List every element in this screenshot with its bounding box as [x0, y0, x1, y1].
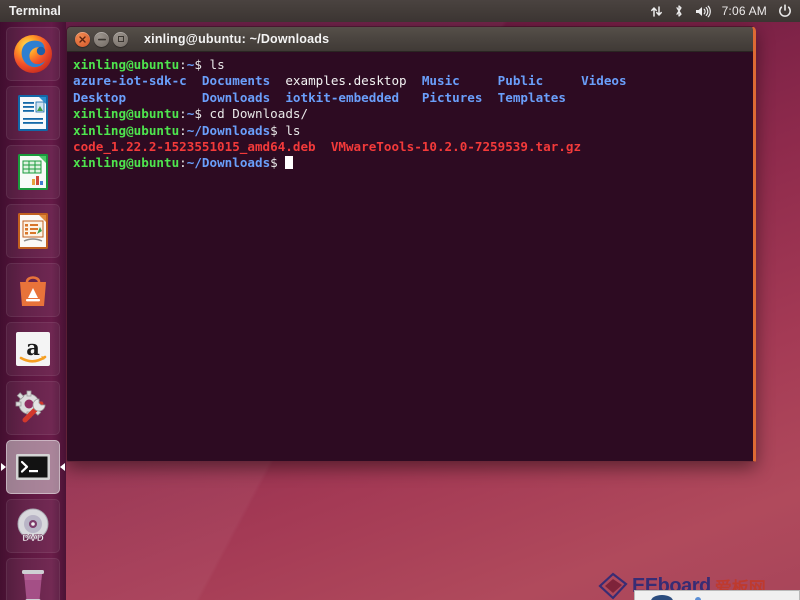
terminal-command: cd Downloads/: [201, 106, 309, 122]
ubuntu-software-icon: [20, 276, 46, 306]
ls-gap: [187, 73, 202, 88]
amazon-icon: a: [16, 332, 50, 366]
launcher-item-disk-dvd[interactable]: DVD: [6, 499, 60, 553]
panel-app-title[interactable]: Terminal: [9, 0, 61, 22]
terminal-line-prompt: xinling@ubuntu:~$ ls: [73, 57, 747, 73]
ls-entry: Pictures: [421, 89, 483, 105]
terminal-command: ls: [201, 57, 225, 72]
prompt-symbol: $: [270, 155, 278, 171]
prompt-symbol: $: [194, 57, 202, 72]
libreoffice-impress-icon: [18, 213, 48, 249]
prompt-colon: :: [179, 106, 187, 122]
svg-text:a: a: [26, 335, 40, 360]
unity-launcher: a DVD: [0, 22, 66, 600]
prompt-colon: :: [179, 57, 187, 72]
volume-icon[interactable]: [695, 5, 711, 18]
prompt-colon: :: [179, 155, 187, 171]
terminal-cursor: [285, 156, 294, 170]
ls-entry: VMwareTools-10.2.0-7259539.tar.gz: [330, 139, 582, 155]
terminal-line-ls-row: code_1.22.2-1523551015_amd64.deb VMwareT…: [73, 139, 747, 155]
prompt-user: xinling@ubuntu: [73, 57, 180, 72]
ls-gap: [460, 73, 498, 88]
ls-entry: Desktop: [73, 89, 127, 105]
prompt-symbol: $: [270, 122, 278, 138]
ls-gap: [270, 73, 285, 88]
top-panel: Terminal 7:06 AM: [0, 0, 800, 22]
prompt-user: xinling@ubuntu: [73, 106, 180, 122]
terminal-command: ls: [277, 122, 301, 138]
terminal-line-ls-row: Desktop Downloads iotkit-embedded Pictur…: [73, 90, 747, 106]
libreoffice-calc-icon: [18, 154, 48, 190]
ls-gap: [316, 139, 331, 154]
network-icon[interactable]: [650, 5, 663, 18]
ls-entry: iotkit-embedded: [285, 89, 400, 105]
ls-entry: azure-iot-sdk-c: [73, 73, 187, 89]
ls-entry: Videos: [581, 73, 627, 89]
maximize-glyph: [117, 36, 124, 42]
ls-gap: [407, 73, 422, 88]
close-button[interactable]: [75, 31, 90, 47]
launcher-item-terminal[interactable]: [1, 440, 65, 494]
session-menu-icon[interactable]: [778, 4, 792, 18]
ls-entry: Music: [421, 73, 460, 89]
ls-entry: Downloads: [201, 89, 271, 105]
panel-indicators: 7:06 AM: [650, 4, 800, 18]
ls-gap: [126, 90, 202, 105]
system-settings-icon: [15, 390, 46, 423]
ls-entry: Documents: [201, 73, 271, 89]
launcher-item-firefox[interactable]: [6, 27, 60, 81]
minimize-button[interactable]: [94, 31, 109, 47]
prompt-user: xinling@ubuntu: [73, 122, 180, 138]
ls-gap: [543, 73, 581, 88]
terminal-command: [278, 155, 286, 170]
overlay-glyph: [651, 595, 673, 600]
bluetooth-icon[interactable]: [674, 4, 684, 18]
panel-clock[interactable]: 7:06 AM: [722, 4, 767, 18]
launcher-item-system-settings[interactable]: [6, 381, 60, 435]
terminal-window[interactable]: xinling@ubuntu: ~/Downloads xinling@ubun…: [66, 26, 756, 462]
prompt-path: ~/Downloads: [186, 155, 271, 171]
ls-gap: [270, 90, 285, 105]
prompt-symbol: $: [194, 106, 202, 122]
terminal-line-prompt: xinling@ubuntu:~/Downloads$ ls: [73, 123, 747, 139]
ls-entry: code_1.22.2-1523551015_amd64.deb: [73, 139, 316, 155]
terminal-titlebar[interactable]: xinling@ubuntu: ~/Downloads: [67, 27, 753, 52]
terminal-line-ls-row: azure-iot-sdk-c Documents examples.deskt…: [73, 73, 747, 89]
ls-gap: [482, 90, 497, 105]
libreoffice-writer-icon: [18, 95, 48, 131]
trash-icon: [22, 570, 44, 600]
overlay-window-edge: [634, 590, 800, 600]
prompt-user: xinling@ubuntu: [73, 155, 180, 171]
launcher-item-libreoffice-impress[interactable]: [6, 204, 60, 258]
launcher-item-ubuntu-software[interactable]: [6, 263, 60, 317]
launcher-item-libreoffice-writer[interactable]: [6, 86, 60, 140]
ls-gap: [399, 90, 422, 105]
launcher-item-amazon[interactable]: a: [6, 322, 60, 376]
maximize-button[interactable]: [113, 31, 128, 47]
launcher-item-libreoffice-calc[interactable]: [6, 145, 60, 199]
ubuntu-desktop: Terminal 7:06 AM a DVD xinling@ubuntu: ~…: [0, 0, 800, 600]
terminal-line-active-prompt: xinling@ubuntu:~/Downloads$: [73, 155, 747, 171]
launcher-item-trash[interactable]: [6, 558, 60, 600]
firefox-icon: [14, 35, 52, 73]
eeboard-logo-icon: [598, 572, 628, 600]
prompt-colon: :: [179, 122, 187, 138]
terminal-output-area[interactable]: xinling@ubuntu:~$ ls azure-iot-sdk-c Doc…: [67, 52, 753, 461]
ls-entry: Public: [497, 73, 544, 89]
ls-entry: examples.desktop: [285, 73, 407, 89]
svg-text:DVD: DVD: [22, 534, 44, 544]
terminal-line-prompt: xinling@ubuntu:~$ cd Downloads/: [73, 106, 747, 122]
terminal-icon: [16, 454, 50, 480]
terminal-window-title: xinling@ubuntu: ~/Downloads: [144, 32, 330, 46]
ls-entry: Templates: [497, 89, 566, 105]
prompt-path: ~/Downloads: [186, 122, 271, 138]
dvd-disc-icon: DVD: [17, 508, 49, 544]
